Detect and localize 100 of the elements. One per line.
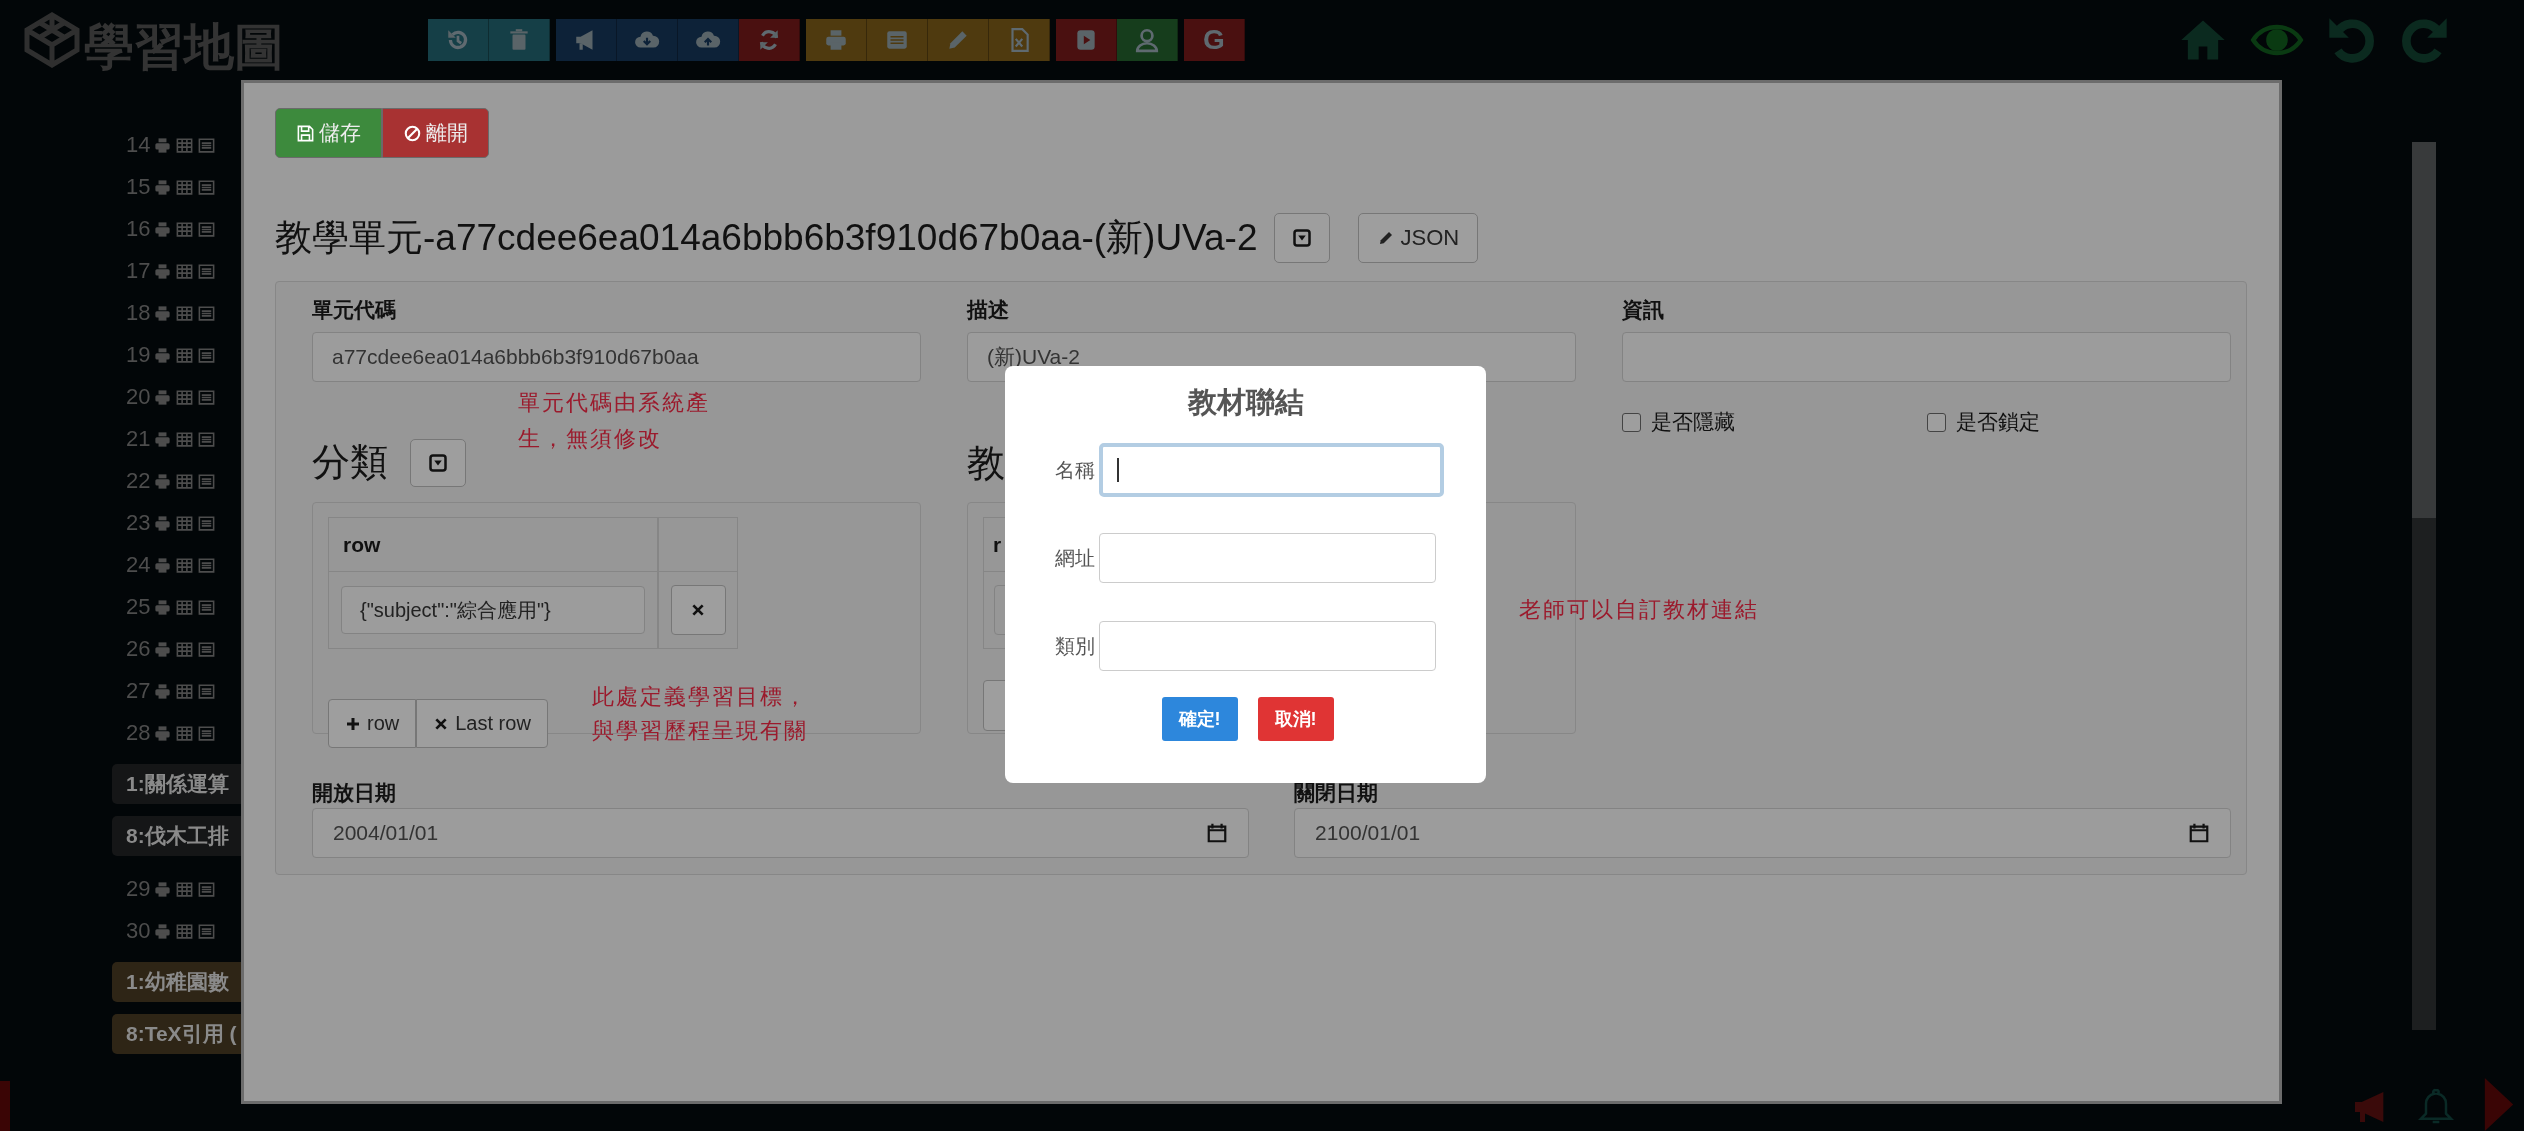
list-icon[interactable]	[197, 921, 217, 941]
date-field[interactable]: 2004/01/01	[312, 808, 1249, 858]
list-icon[interactable]	[197, 639, 217, 659]
unit-number: 27	[126, 678, 151, 704]
text-field[interactable]: a77cdee6ea014a6bbb6b3f910d67b0aa	[312, 332, 921, 382]
field-label: 資訊	[1622, 297, 1665, 323]
table-icon[interactable]	[175, 345, 195, 365]
printer-icon[interactable]	[153, 429, 173, 449]
field-label: 描述	[967, 297, 1010, 323]
table-icon[interactable]	[175, 723, 195, 743]
input-field[interactable]	[1099, 533, 1436, 583]
printer-icon[interactable]	[153, 879, 173, 899]
dropdown-button[interactable]	[1273, 213, 1330, 263]
calendar-icon[interactable]	[1206, 822, 1228, 844]
unit-item[interactable]: 8:伐木工排	[112, 816, 241, 856]
cancel-button[interactable]: 取消!	[1257, 697, 1334, 741]
dropdown-button[interactable]	[410, 438, 466, 487]
printer-icon[interactable]	[153, 177, 173, 197]
printer-icon[interactable]	[153, 723, 173, 743]
input-field[interactable]	[1099, 443, 1444, 497]
printer-icon[interactable]	[153, 135, 173, 155]
json-button[interactable]: JSON	[1357, 213, 1479, 263]
list-icon[interactable]	[197, 387, 217, 407]
printer-icon[interactable]	[153, 513, 173, 533]
date-field[interactable]: 2100/01/01	[1294, 808, 2231, 858]
unit-item[interactable]: 8:TeX引用 (	[112, 1014, 241, 1054]
field-label: 單元代碼	[312, 297, 397, 323]
remove-last-row-button[interactable]: Last row	[416, 699, 548, 748]
save-button[interactable]: 儲存	[275, 108, 382, 158]
table-icon[interactable]	[175, 387, 195, 407]
table-icon[interactable]	[175, 429, 195, 449]
scrollbar-thumb[interactable]	[2412, 142, 2436, 518]
toolbar-button[interactable]	[556, 19, 617, 61]
list-icon[interactable]	[197, 681, 217, 701]
toolbar-button[interactable]	[428, 19, 489, 61]
table-icon[interactable]	[175, 879, 195, 899]
list-icon[interactable]	[197, 723, 217, 743]
toolbar-button[interactable]	[739, 19, 800, 61]
row-field[interactable]: {"subject":"綜合應用"}	[341, 586, 645, 634]
field-label: 網址	[1054, 545, 1096, 571]
list-icon[interactable]	[197, 219, 217, 239]
list-icon[interactable]	[197, 555, 217, 575]
table-icon[interactable]	[175, 639, 195, 659]
printer-icon[interactable]	[153, 597, 173, 617]
text-field[interactable]	[1622, 332, 2231, 382]
toolbar-button[interactable]	[617, 19, 678, 61]
confirm-button[interactable]: 確定!	[1161, 697, 1238, 741]
list-icon[interactable]	[197, 597, 217, 617]
toolbar-button[interactable]	[806, 19, 867, 61]
printer-icon[interactable]	[153, 219, 173, 239]
list-icon[interactable]	[197, 135, 217, 155]
leave-button[interactable]: 離開	[382, 108, 489, 158]
printer-icon[interactable]	[153, 471, 173, 491]
table-icon[interactable]	[175, 261, 195, 281]
table-icon[interactable]	[175, 555, 195, 575]
toolbar-button[interactable]	[928, 19, 989, 61]
toolbar-button[interactable]	[989, 19, 1050, 61]
list-icon[interactable]	[197, 429, 217, 449]
unit-number: 26	[126, 636, 151, 662]
table-icon[interactable]	[175, 921, 195, 941]
table-icon[interactable]	[175, 219, 195, 239]
printer-icon[interactable]	[153, 303, 173, 323]
printer-icon[interactable]	[153, 921, 173, 941]
table-icon[interactable]	[175, 303, 195, 323]
table-icon[interactable]	[175, 177, 195, 197]
printer-icon[interactable]	[153, 639, 173, 659]
toolbar-button[interactable]	[1117, 19, 1178, 61]
unit-item[interactable]: 1:幼稚園數	[112, 962, 241, 1002]
scrollbar[interactable]	[2412, 142, 2436, 1030]
list-icon[interactable]	[197, 177, 217, 197]
toolbar-button[interactable]	[678, 19, 739, 61]
table-icon[interactable]	[175, 597, 195, 617]
printer-icon[interactable]	[153, 387, 173, 407]
section-heading: 教	[967, 441, 1005, 486]
delete-row-button[interactable]	[670, 585, 726, 635]
toolbar-button[interactable]	[489, 19, 550, 61]
table-icon[interactable]	[175, 471, 195, 491]
list-icon[interactable]	[197, 879, 217, 899]
printer-icon[interactable]	[153, 681, 173, 701]
google-button[interactable]: G	[1184, 19, 1245, 61]
toolbar-button[interactable]	[867, 19, 928, 61]
table-icon[interactable]	[175, 135, 195, 155]
table-icon[interactable]	[175, 681, 195, 701]
toolbar-button[interactable]	[1056, 19, 1117, 61]
printer-icon[interactable]	[153, 261, 173, 281]
checkbox[interactable]	[1622, 412, 1641, 432]
list-icon[interactable]	[197, 345, 217, 365]
table-icon[interactable]	[175, 513, 195, 533]
input-field[interactable]	[1099, 621, 1436, 671]
list-icon[interactable]	[197, 261, 217, 281]
checkbox[interactable]	[1926, 412, 1946, 432]
list-icon[interactable]	[197, 471, 217, 491]
printer-icon[interactable]	[153, 345, 173, 365]
printer-icon[interactable]	[153, 555, 173, 575]
user-icon	[1134, 27, 1160, 53]
unit-item[interactable]: 1:關係運算	[112, 764, 241, 804]
add-row-button[interactable]: row	[328, 699, 417, 748]
list-icon[interactable]	[197, 513, 217, 533]
list-icon[interactable]	[197, 303, 217, 323]
calendar-icon[interactable]	[2188, 822, 2210, 844]
